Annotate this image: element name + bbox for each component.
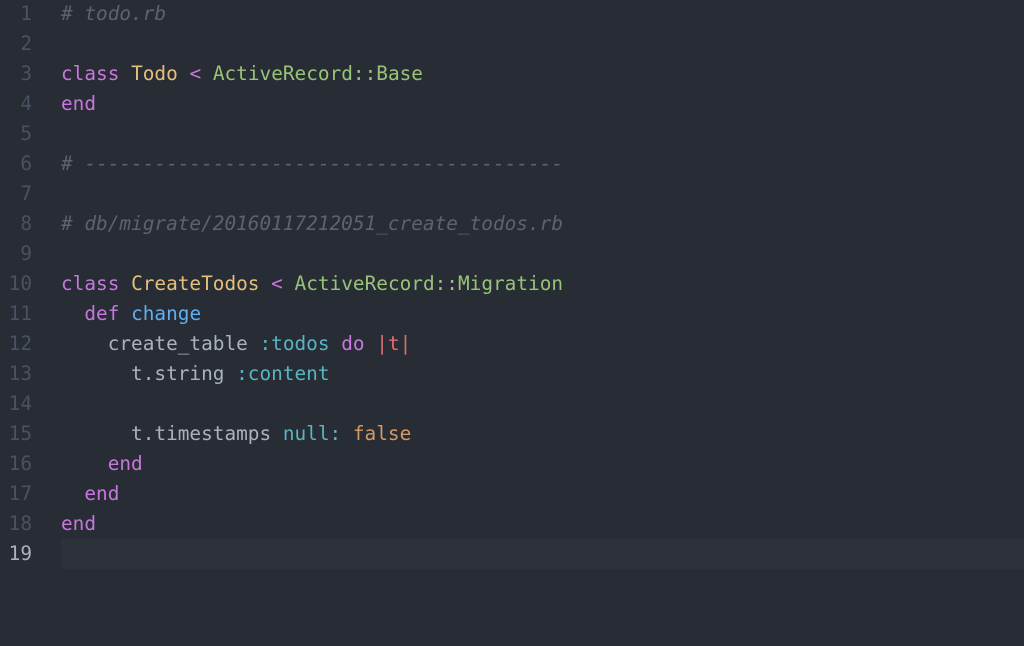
code-line[interactable]: 6 # -------------------------------------… <box>0 149 1024 179</box>
line-number: 2 <box>20 32 32 55</box>
token-class: CreateTodos <box>131 272 260 295</box>
code-line[interactable]: 12 create_table :todos do |t| <box>0 329 1024 359</box>
token-comment: # --------------------------------------… <box>61 152 563 175</box>
token-operator: < <box>271 272 283 295</box>
line-number: 12 <box>8 332 32 355</box>
code-line[interactable]: 1 # todo.rb <box>0 0 1024 29</box>
line-number: 18 <box>8 512 32 535</box>
code-line[interactable]: 7 <box>0 179 1024 209</box>
code-line[interactable]: 18 end <box>0 509 1024 539</box>
line-number: 1 <box>20 2 32 25</box>
code-line[interactable]: 19 <box>0 539 1024 569</box>
line-number: 5 <box>20 122 32 145</box>
line-number: 14 <box>8 392 32 415</box>
line-code: t.string :content <box>61 359 330 389</box>
code-line[interactable]: 3 class Todo < ActiveRecord::Base <box>0 59 1024 89</box>
token-keyword: def <box>84 302 120 325</box>
token-keyword: do <box>341 332 365 355</box>
code-line[interactable]: 17 end <box>0 479 1024 509</box>
code-line[interactable]: 10 class CreateTodos < ActiveRecord::Migr… <box>0 269 1024 299</box>
token-pipe: | <box>399 332 412 355</box>
code-line[interactable]: 8 # db/migrate/20160117212051_create_todo… <box>0 209 1024 239</box>
token-pipe: | <box>376 332 388 355</box>
token-comment: # todo.rb <box>61 2 167 25</box>
token-symbol: :todos <box>259 332 330 355</box>
token-plain: t.timestamps <box>61 422 283 445</box>
line-code: create_table :todos do |t| <box>61 329 412 359</box>
token-keyword: end <box>84 482 120 505</box>
line-number: 3 <box>20 62 32 85</box>
line-code: # todo.rb <box>61 0 166 29</box>
line-code: def change <box>61 299 201 329</box>
token-variable: t <box>387 332 400 355</box>
code-line[interactable]: 4 end <box>0 89 1024 119</box>
line-code: end <box>61 509 96 539</box>
code-editor[interactable]: 1 # todo.rb 2 3 class Todo < ActiveRecord::B… <box>0 0 1024 646</box>
line-code: class Todo < ActiveRecord::Base <box>61 59 423 89</box>
line-number: 10 <box>8 272 32 295</box>
code-line[interactable]: 9 <box>0 239 1024 269</box>
token-superclass: ActiveRecord::Base <box>212 62 423 85</box>
token-boolean: false <box>352 422 412 445</box>
line-number: 17 <box>8 482 32 505</box>
line-number: 9 <box>20 242 32 265</box>
token-class: Todo <box>131 62 178 85</box>
token-keyword: class <box>61 272 120 295</box>
token-plain: create_table <box>61 332 260 355</box>
line-number: 6 <box>20 152 32 175</box>
code-line[interactable]: 5 <box>0 119 1024 149</box>
code-line[interactable]: 16 end <box>0 449 1024 479</box>
line-code: end <box>61 89 96 119</box>
line-number: 13 <box>8 362 32 385</box>
token-keyword: class <box>61 62 120 85</box>
line-number: 8 <box>20 212 32 235</box>
line-number: 16 <box>8 452 32 475</box>
line-number: 19 <box>8 542 32 565</box>
token-symbol: null: <box>282 422 342 445</box>
token-plain: t.string <box>61 362 237 385</box>
token-comment: # db/migrate/20160117212051_create_todos… <box>61 212 563 235</box>
line-code: # db/migrate/20160117212051_create_todos… <box>61 209 563 239</box>
token-superclass: ActiveRecord::Migration <box>294 272 564 295</box>
line-number: 7 <box>20 182 32 205</box>
token-keyword: end <box>61 512 97 535</box>
token-function: change <box>131 302 202 325</box>
code-line[interactable]: 14 <box>0 389 1024 419</box>
line-code: # --------------------------------------… <box>61 149 563 179</box>
line-code: t.timestamps null: false <box>61 419 411 449</box>
token-operator: < <box>189 62 202 85</box>
token-symbol: :content <box>236 362 330 385</box>
token-keyword: end <box>107 452 143 475</box>
line-number: 15 <box>8 422 32 445</box>
code-line[interactable]: 15 t.timestamps null: false <box>0 419 1024 449</box>
line-number: 11 <box>8 302 32 325</box>
code-line[interactable]: 2 <box>0 29 1024 59</box>
token-keyword: end <box>61 92 97 115</box>
line-number: 4 <box>20 92 32 115</box>
line-code: end <box>61 449 143 479</box>
code-line[interactable]: 13 t.string :content <box>0 359 1024 389</box>
code-line[interactable]: 11 def change <box>0 299 1024 329</box>
line-code: class CreateTodos < ActiveRecord::Migrat… <box>61 269 563 299</box>
line-code: end <box>61 479 119 509</box>
